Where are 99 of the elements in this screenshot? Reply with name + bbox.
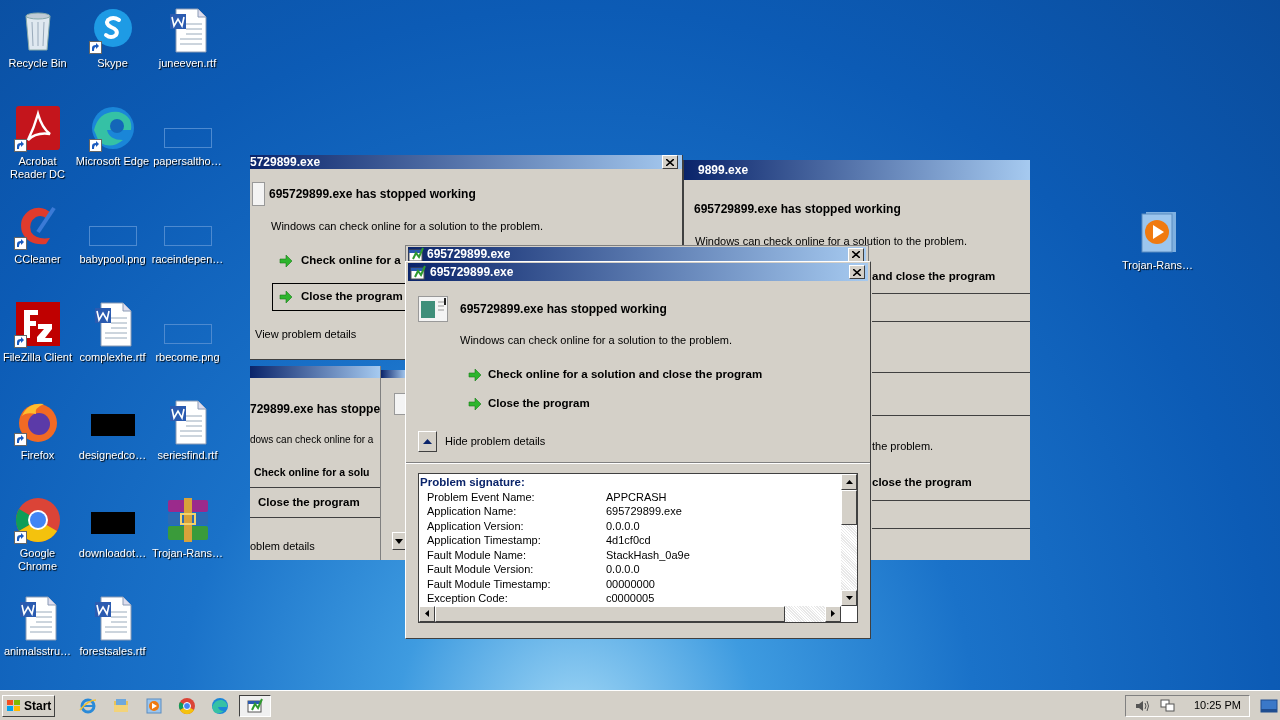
signature-name: Application Name:: [426, 504, 518, 519]
signature-value: c0000005: [606, 591, 655, 606]
close-icon: [852, 251, 860, 258]
expand-button[interactable]: [392, 532, 406, 550]
windows-logo-icon: [6, 698, 22, 713]
arrow-icon: [279, 253, 293, 268]
icon-label[interactable]: downloadot…: [78, 547, 147, 560]
message: the problem.: [872, 438, 935, 454]
shortcut-arrow-icon: [88, 41, 102, 54]
signature-value: 4d1cf0cd: [606, 533, 651, 548]
signature-name: Application Version:: [426, 518, 525, 533]
horizontal-scrollbar[interactable]: [419, 605, 841, 622]
icon-label[interactable]: Trojan-Rans…: [151, 547, 224, 560]
signature-value: APPCRASH: [606, 489, 667, 504]
scroll-down-icon[interactable]: [841, 589, 857, 606]
message: Windows can check online for a solution to the problem.: [270, 219, 545, 234]
heading: 695729899.exe has stopped working: [693, 201, 902, 218]
task-button[interactable]: [239, 694, 272, 717]
message: Windows can check online for a solution to the problem.: [459, 333, 734, 348]
signature-value: 0.0.0.0: [606, 518, 640, 533]
window-title: 9899.exe: [698, 162, 749, 179]
scroll-thumb[interactable]: [841, 489, 857, 525]
show-desktop-icon[interactable]: [1260, 698, 1278, 713]
icon-label[interactable]: juneeven.rtf: [158, 57, 217, 70]
icon-label[interactable]: rbecome.png: [155, 351, 220, 364]
option-text: close the program: [872, 475, 973, 491]
app-icon: [410, 264, 426, 280]
icon-label[interactable]: seriesfind.rtf: [157, 449, 218, 462]
icon-label[interactable]: babypool.png: [79, 253, 146, 266]
vertical-scrollbar[interactable]: [841, 473, 857, 606]
icon-label[interactable]: Acrobat Reader DC: [0, 155, 75, 181]
icon-label[interactable]: papersaltho…: [153, 155, 222, 168]
toggle-details-button[interactable]: [418, 430, 437, 452]
shortcut-arrow-icon: [88, 139, 102, 152]
option-text: and close the program: [872, 268, 997, 284]
icon-label[interactable]: animalsstru…: [3, 645, 72, 658]
option-text: Check online for a solu: [254, 466, 370, 478]
signature-value: 0.0.0.0: [606, 562, 640, 577]
speaker-icon[interactable]: [1133, 698, 1150, 713]
icon-label[interactable]: CCleaner: [14, 253, 61, 266]
message: Windows can check online for a solution to the problem.: [694, 234, 969, 249]
scroll-thumb[interactable]: [435, 605, 785, 622]
shortcut-arrow-icon: [13, 237, 27, 250]
icon-label[interactable]: complexhe.rtf: [79, 351, 146, 364]
caret-up-icon: [423, 438, 432, 444]
close-button[interactable]: [849, 265, 865, 279]
signature-value: StackHash_0a9e: [606, 547, 690, 562]
window-title: 5729899.exe: [250, 156, 321, 168]
icon-label[interactable]: Skype: [97, 57, 128, 70]
window-title: 695729899.exe: [427, 248, 512, 261]
signature-name: Problem Event Name:: [426, 489, 536, 504]
option-button[interactable]: Close the program: [468, 392, 868, 416]
scroll-right-icon[interactable]: [825, 605, 841, 622]
clock[interactable]: 10:25 PM: [1193, 697, 1241, 714]
signature-value: 00000000: [606, 576, 655, 591]
shortcut-arrow-icon: [13, 335, 27, 348]
icon-label[interactable]: Firefox: [20, 449, 55, 462]
close-icon: [853, 268, 861, 276]
icon-label[interactable]: Trojan-Rans…: [1121, 259, 1194, 272]
shortcut-arrow-icon: [13, 139, 27, 152]
icon-label[interactable]: raceindepen…: [151, 253, 224, 266]
caret-icon: [395, 538, 403, 544]
close-button[interactable]: [662, 155, 678, 169]
media-player-icon[interactable]: [145, 696, 164, 715]
option-text: Close the program: [257, 494, 361, 510]
heading: 729899.exe has stoppe: [250, 401, 380, 418]
details-link[interactable]: View problem details: [255, 327, 357, 340]
signature-name: Application Timestamp:: [426, 533, 542, 548]
scroll-up-icon[interactable]: [841, 473, 857, 490]
icon-label[interactable]: Google Chrome: [0, 547, 75, 573]
option-button[interactable]: Check online for a solution and close the program: [468, 363, 868, 387]
edge-icon[interactable]: [211, 696, 230, 715]
icon-label[interactable]: Microsoft Edge: [75, 155, 150, 168]
icon-label[interactable]: Recycle Bin: [8, 57, 67, 70]
signature-value: 695729899.exe: [606, 504, 682, 519]
close-button[interactable]: [848, 247, 864, 262]
signature-title: Problem signature:: [420, 474, 526, 490]
arrow-icon: [468, 397, 482, 411]
arrow-icon: [468, 368, 482, 382]
signature-name: Exception Code:: [426, 591, 509, 606]
heading: 695729899.exe has stopped working: [269, 186, 476, 203]
signature-name: Fault Module Timestamp:: [426, 576, 552, 591]
app-icon: [247, 698, 264, 713]
start-button[interactable]: Start: [2, 694, 56, 717]
icon-label[interactable]: FileZilla Client: [2, 351, 73, 364]
shortcut-arrow-icon: [13, 531, 27, 544]
window-title: 695729899.exe: [430, 264, 515, 281]
signature-name: Fault Module Name:: [426, 547, 528, 562]
icon-label[interactable]: forestsales.rtf: [79, 645, 146, 658]
arrow-icon: [279, 289, 293, 304]
toggle-details-label: Hide problem details: [445, 433, 546, 449]
signature-name: Fault Module Version:: [426, 562, 535, 577]
close-icon: [666, 158, 674, 166]
shortcut-arrow-icon: [13, 433, 27, 446]
scroll-left-icon[interactable]: [419, 605, 435, 622]
icon-label[interactable]: designedco…: [78, 449, 147, 462]
message: dows can check online for a: [250, 434, 374, 445]
network-icon[interactable]: [1159, 698, 1176, 713]
chrome-icon[interactable]: [178, 696, 197, 715]
